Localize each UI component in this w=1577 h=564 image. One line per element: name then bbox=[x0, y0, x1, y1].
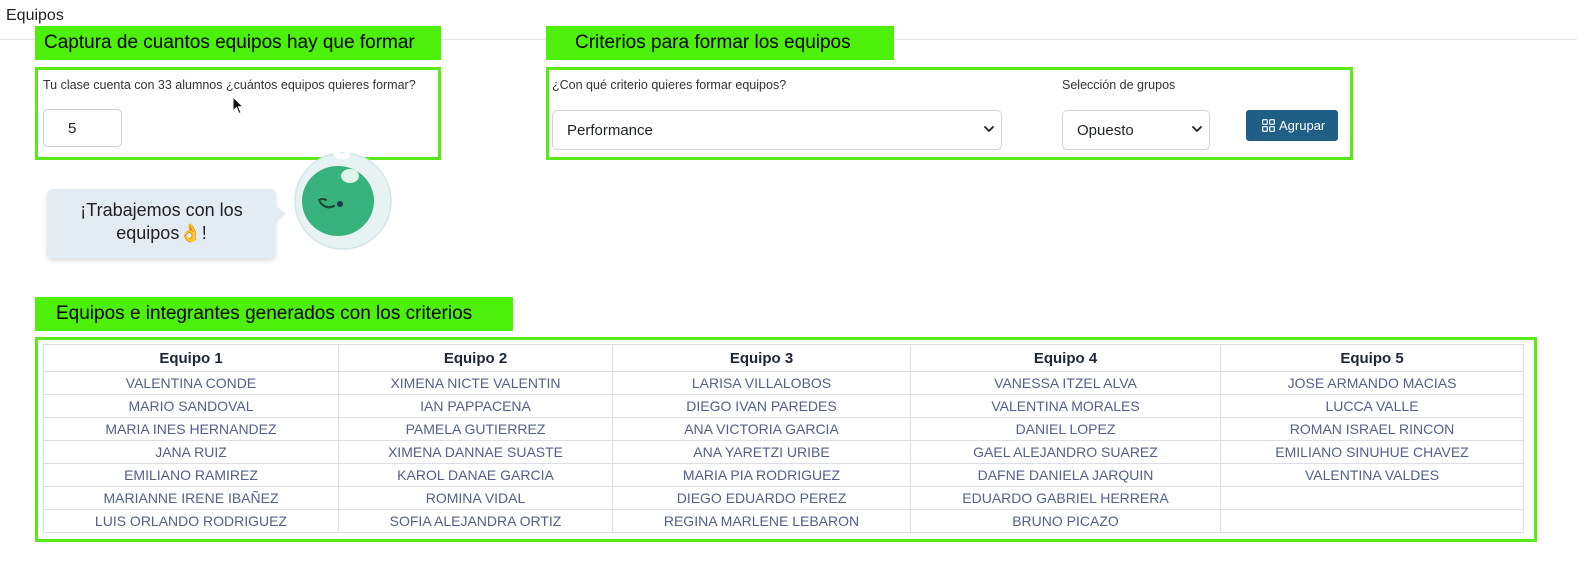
table-cell bbox=[1220, 486, 1524, 510]
mascot-speech-bubble: ¡Trabajemos con los equipos👌! bbox=[47, 189, 276, 258]
criteria-section-label: Criterios para formar los equipos bbox=[546, 26, 894, 60]
capture-section-label: Captura de cuantos equipos hay que forma… bbox=[35, 26, 441, 60]
table-cell: VALENTINA VALDES bbox=[1220, 463, 1524, 487]
column-header: Equipo 1 bbox=[43, 344, 339, 372]
table-cell: VALENTINA CONDE bbox=[43, 371, 339, 395]
results-section-label: Equipos e integrantes generados con los … bbox=[35, 297, 513, 331]
table-cell: JOSE ARMANDO MACIAS bbox=[1220, 371, 1524, 395]
table-row: MARIA INES HERNANDEZ PAMELA GUTIERREZ AN… bbox=[43, 417, 1524, 441]
table-row: MARIANNE IRENE IBAÑEZ ROMINA VIDAL DIEGO… bbox=[43, 486, 1524, 510]
table-cell: XIMENA DANNAE SUASTE bbox=[338, 440, 613, 464]
table-cell: LUIS ORLANDO RODRIGUEZ bbox=[43, 509, 339, 533]
teams-table: Equipo 1 Equipo 2 Equipo 3 Equipo 4 Equi… bbox=[43, 344, 1524, 533]
column-header: Equipo 4 bbox=[910, 344, 1221, 372]
table-cell: LARISA VILLALOBOS bbox=[612, 371, 911, 395]
mascot-message-line1: ¡Trabajemos con los bbox=[80, 200, 243, 220]
team-count-input[interactable] bbox=[43, 109, 122, 147]
grouping-select[interactable]: Opuesto bbox=[1062, 110, 1210, 150]
grouping-select-value: Opuesto bbox=[1077, 122, 1134, 139]
table-cell: MARIA INES HERNANDEZ bbox=[43, 417, 339, 441]
table-cell: DAFNE DANIELA JARQUIN bbox=[910, 463, 1221, 487]
mascot-message-line2: equipos👌! bbox=[116, 223, 207, 243]
table-cell: JANA RUIZ bbox=[43, 440, 339, 464]
table-header-row: Equipo 1 Equipo 2 Equipo 3 Equipo 4 Equi… bbox=[43, 344, 1524, 372]
table-cell: DIEGO IVAN PAREDES bbox=[612, 394, 911, 418]
speech-bubble-tail bbox=[275, 205, 286, 223]
group-button[interactable]: Agrupar bbox=[1246, 110, 1338, 141]
table-row: LUIS ORLANDO RODRIGUEZ SOFIA ALEJANDRA O… bbox=[43, 509, 1524, 533]
table-cell: EMILIANO SINUHUE CHAVEZ bbox=[1220, 440, 1524, 464]
mouse-cursor-icon bbox=[232, 96, 244, 115]
chevron-down-icon bbox=[1192, 126, 1202, 132]
table-cell bbox=[1220, 509, 1524, 533]
team-count-question: Tu clase cuenta con 33 alumnos ¿cuántos … bbox=[43, 78, 416, 92]
table-cell: DIEGO EDUARDO PEREZ bbox=[612, 486, 911, 510]
grouping-label: Selección de grupos bbox=[1062, 78, 1176, 92]
table-cell: EMILIANO RAMIREZ bbox=[43, 463, 339, 487]
table-cell: REGINA MARLENE LEBARON bbox=[612, 509, 911, 533]
table-cell: VANESSA ITZEL ALVA bbox=[910, 371, 1221, 395]
table-row: VALENTINA CONDE XIMENA NICTE VALENTIN LA… bbox=[43, 371, 1524, 395]
table-row: EMILIANO RAMIREZ KAROL DANAE GARCIA MARI… bbox=[43, 463, 1524, 487]
table-cell: IAN PAPPACENA bbox=[338, 394, 613, 418]
table-cell: EDUARDO GABRIEL HERRERA bbox=[910, 486, 1221, 510]
table-cell: ROMINA VIDAL bbox=[338, 486, 613, 510]
table-cell: LUCCA VALLE bbox=[1220, 394, 1524, 418]
page-title: Equipos bbox=[6, 7, 64, 24]
table-cell: KAROL DANAE GARCIA bbox=[338, 463, 613, 487]
grid-icon bbox=[1262, 119, 1275, 132]
table-cell: VALENTINA MORALES bbox=[910, 394, 1221, 418]
table-cell: ROMAN ISRAEL RINCON bbox=[1220, 417, 1524, 441]
criterion-select[interactable]: Performance bbox=[552, 110, 1002, 150]
table-row: MARIO SANDOVAL IAN PAPPACENA DIEGO IVAN … bbox=[43, 394, 1524, 418]
table-cell: ANA VICTORIA GARCIA bbox=[612, 417, 911, 441]
table-cell: DANIEL LOPEZ bbox=[910, 417, 1221, 441]
column-header: Equipo 5 bbox=[1220, 344, 1524, 372]
table-cell: MARIO SANDOVAL bbox=[43, 394, 339, 418]
table-cell: MARIA PIA RODRIGUEZ bbox=[612, 463, 911, 487]
table-cell: BRUNO PICAZO bbox=[910, 509, 1221, 533]
criterion-select-value: Performance bbox=[567, 122, 653, 139]
mascot-icon bbox=[294, 151, 392, 250]
chevron-down-icon bbox=[984, 126, 994, 132]
criterion-label: ¿Con qué criterio quieres formar equipos… bbox=[552, 78, 787, 92]
table-cell: GAEL ALEJANDRO SUAREZ bbox=[910, 440, 1221, 464]
table-cell: SOFIA ALEJANDRA ORTIZ bbox=[338, 509, 613, 533]
column-header: Equipo 3 bbox=[612, 344, 911, 372]
table-cell: ANA YARETZI URIBE bbox=[612, 440, 911, 464]
table-cell: MARIANNE IRENE IBAÑEZ bbox=[43, 486, 339, 510]
table-row: JANA RUIZ XIMENA DANNAE SUASTE ANA YARET… bbox=[43, 440, 1524, 464]
table-cell: PAMELA GUTIERREZ bbox=[338, 417, 613, 441]
column-header: Equipo 2 bbox=[338, 344, 613, 372]
table-cell: XIMENA NICTE VALENTIN bbox=[338, 371, 613, 395]
group-button-label: Agrupar bbox=[1279, 118, 1326, 133]
